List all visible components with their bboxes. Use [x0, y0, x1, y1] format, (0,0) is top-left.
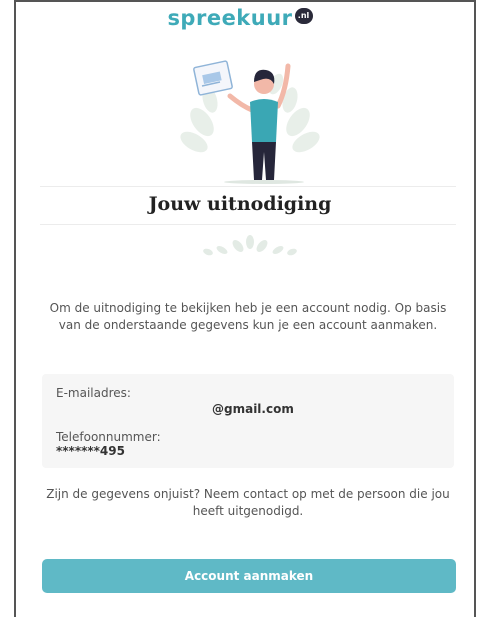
window-border-right	[474, 0, 476, 617]
title-divider-top	[40, 186, 456, 187]
leaf-ornament-icon	[203, 235, 297, 256]
woman-holding-invitation-illustration	[180, 60, 320, 184]
intro-text: Om de uitnodiging te bekijken heb je een…	[49, 301, 447, 332]
phone-label: Telefoonnummer:	[56, 430, 161, 444]
window-border-left	[14, 0, 16, 617]
account-details-panel: E-mailadres: @gmail.com Telefoonnummer: …	[42, 374, 454, 468]
brand-badge: .nl	[294, 8, 313, 24]
email-value: @gmail.com	[212, 402, 294, 416]
window-border-top	[14, 0, 476, 2]
email-label: E-mailadres:	[56, 386, 131, 400]
help-text: Zijn de gegevens onjuist? Neem contact o…	[46, 487, 450, 518]
phone-value: *******495	[56, 444, 125, 458]
title-divider-bottom	[40, 224, 456, 225]
create-account-button[interactable]: Account aanmaken	[42, 559, 456, 593]
page-title: Jouw uitnodiging	[148, 193, 332, 215]
brand-name: spreekuur	[167, 6, 293, 30]
brand-logo: spreekuur .nl	[0, 6, 480, 38]
